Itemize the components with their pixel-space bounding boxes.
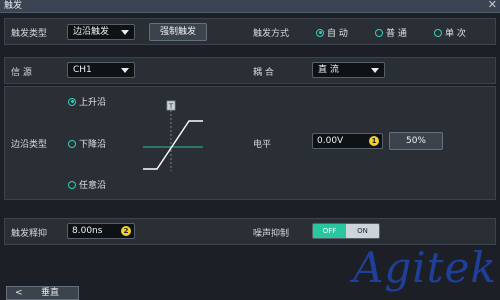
holdoff-input[interactable]: 8.00ns 2 bbox=[67, 223, 135, 239]
edge-falling-label: 下降沿 bbox=[79, 140, 107, 150]
trigger-type-value: 边沿触发 bbox=[73, 27, 110, 37]
rising-edge-waveform bbox=[143, 120, 203, 170]
watermark-logo: Agitek bbox=[353, 243, 497, 292]
window-title: 触发 bbox=[4, 1, 23, 11]
trigger-mode-auto-label: 自 动 bbox=[327, 29, 348, 39]
rising-edge-diagram-icon: T bbox=[143, 100, 203, 171]
edge-type-label: 边沿类型 bbox=[11, 140, 48, 150]
coupling-select[interactable]: 直 流 bbox=[312, 62, 385, 78]
edge-any[interactable]: 任意沿 bbox=[68, 178, 106, 191]
edge-level-panel: 边沿类型 上升沿 下降沿 任意沿 T 电平 0.00V 1 50% bbox=[4, 86, 496, 200]
source-value: CH1 bbox=[73, 65, 92, 75]
radio-icon bbox=[68, 180, 76, 189]
chevron-down-icon bbox=[371, 68, 379, 73]
radio-icon bbox=[375, 28, 383, 37]
edge-any-label: 任意沿 bbox=[79, 181, 107, 191]
holdoff-label: 触发释抑 bbox=[11, 229, 48, 239]
source-label: 信 源 bbox=[11, 68, 32, 78]
knob-1-icon: 1 bbox=[369, 136, 379, 146]
toggle-on-segment: ON bbox=[346, 224, 379, 238]
trigger-type-row: 触发类型 边沿触发 强制触发 触发方式 自 动 普 通 单 次 bbox=[4, 18, 496, 45]
edge-rising-label: 上升沿 bbox=[79, 98, 107, 108]
level-input[interactable]: 0.00V 1 bbox=[312, 133, 383, 149]
coupling-label: 耦 合 bbox=[253, 68, 274, 78]
back-label: 垂直 bbox=[41, 288, 60, 298]
trigger-mode-normal[interactable]: 普 通 bbox=[375, 26, 407, 39]
chevron-down-icon bbox=[121, 68, 129, 73]
trigger-mode-normal-label: 普 通 bbox=[386, 29, 407, 39]
back-to-vertical-button[interactable]: < 垂直 bbox=[6, 286, 79, 300]
toggle-off-segment: OFF bbox=[313, 224, 346, 238]
coupling-value: 直 流 bbox=[318, 65, 339, 75]
radio-selected-icon bbox=[68, 97, 76, 106]
edge-rising[interactable]: 上升沿 bbox=[68, 95, 106, 108]
trigger-type-select[interactable]: 边沿触发 bbox=[67, 24, 135, 40]
knob-2-icon: 2 bbox=[121, 226, 131, 236]
chevron-down-icon bbox=[121, 30, 129, 35]
noise-reject-toggle[interactable]: OFF ON bbox=[312, 223, 380, 239]
trigger-marker-label: T bbox=[168, 103, 174, 111]
trigger-mode-single[interactable]: 单 次 bbox=[434, 26, 466, 39]
trigger-mode-auto[interactable]: 自 动 bbox=[316, 26, 348, 39]
holdoff-value: 8.00ns bbox=[72, 226, 103, 236]
radio-icon bbox=[68, 139, 76, 148]
close-icon[interactable]: ✕ bbox=[488, 0, 497, 11]
trigger-mode-single-label: 单 次 bbox=[445, 29, 466, 39]
radio-icon bbox=[434, 28, 442, 37]
noise-reject-label: 噪声抑制 bbox=[253, 229, 290, 239]
holdoff-row: 触发释抑 8.00ns 2 噪声抑制 OFF ON bbox=[4, 218, 496, 245]
source-select[interactable]: CH1 bbox=[67, 62, 135, 78]
level-label: 电平 bbox=[253, 140, 272, 150]
trigger-mode-label: 触发方式 bbox=[253, 29, 290, 39]
source-row: 信 源 CH1 耦 合 直 流 bbox=[4, 57, 496, 84]
radio-selected-icon bbox=[316, 28, 324, 37]
window-titlebar: 触发 ✕ bbox=[0, 0, 500, 13]
level-value: 0.00V bbox=[317, 136, 344, 146]
edge-falling[interactable]: 下降沿 bbox=[68, 137, 106, 150]
chevron-left-icon: < bbox=[15, 288, 23, 298]
trigger-type-label: 触发类型 bbox=[11, 29, 48, 39]
force-trigger-button[interactable]: 强制触发 bbox=[149, 23, 207, 41]
level-50-percent-button[interactable]: 50% bbox=[389, 132, 443, 150]
